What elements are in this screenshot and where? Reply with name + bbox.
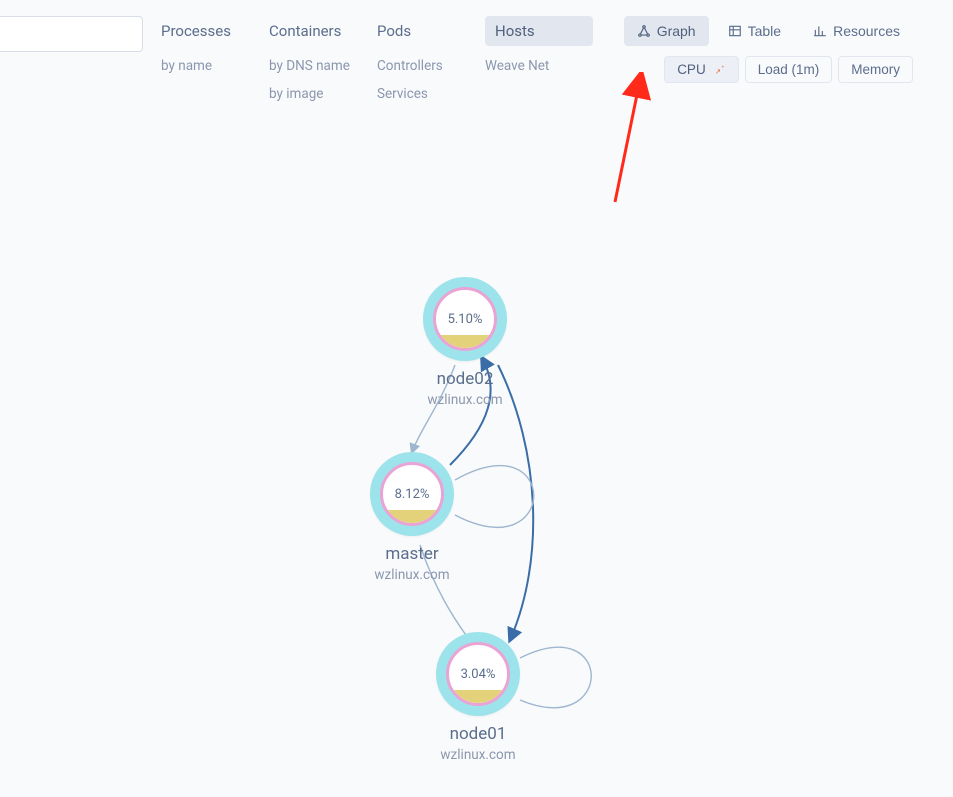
filter-header-containers[interactable]: Containers — [269, 16, 377, 46]
filter-sub-weave-net[interactable]: Weave Net — [485, 58, 593, 74]
metric-row: CPU Load (1m) Memory — [664, 56, 913, 83]
metric-load-label: Load (1m) — [758, 62, 820, 77]
view-resources-label: Resources — [833, 23, 900, 39]
metric-memory-label: Memory — [851, 62, 900, 77]
node-donut: 8.12% — [370, 452, 454, 536]
node-cpu-value: 8.12% — [395, 487, 430, 502]
view-graph-label: Graph — [657, 23, 696, 39]
pin-icon — [714, 62, 726, 77]
view-mode-row: Graph Table Resources — [624, 16, 913, 46]
filter-header-processes[interactable]: Processes — [161, 16, 269, 46]
view-resources-button[interactable]: Resources — [800, 16, 913, 46]
filter-col-processes: Processes by name — [161, 16, 269, 74]
view-table-label: Table — [748, 23, 781, 39]
metric-cpu-label: CPU — [677, 62, 706, 77]
right-controls: Graph Table Resources — [624, 16, 953, 83]
donut-fill — [449, 690, 507, 703]
node-cpu-value: 5.10% — [448, 312, 483, 327]
graph-node-node02[interactable]: 5.10% node02 wzlinux.com — [423, 277, 507, 408]
view-table-button[interactable]: Table — [715, 16, 794, 46]
graph-icon — [637, 24, 651, 38]
filter-sub-by-name[interactable]: by name — [161, 58, 269, 74]
filter-sub-by-image[interactable]: by image — [269, 86, 377, 102]
filter-col-pods: Pods Controllers Services — [377, 16, 485, 102]
node-title: node02 — [437, 369, 494, 389]
metric-load-button[interactable]: Load (1m) — [745, 56, 833, 83]
graph-node-node01[interactable]: 3.04% node01 wzlinux.com — [436, 632, 520, 763]
filter-sub-services[interactable]: Services — [377, 86, 485, 102]
filter-sub-by-dns-name[interactable]: by DNS name — [269, 58, 377, 74]
node-subtitle: wzlinux.com — [374, 567, 449, 583]
filter-sub-controllers[interactable]: Controllers — [377, 58, 485, 74]
node-title: master — [385, 544, 438, 564]
view-graph-button[interactable]: Graph — [624, 16, 709, 46]
node-donut: 3.04% — [436, 632, 520, 716]
donut-fill — [436, 335, 494, 348]
filter-col-containers: Containers by DNS name by image — [269, 16, 377, 102]
metric-memory-button[interactable]: Memory — [838, 56, 913, 83]
metric-cpu-button[interactable]: CPU — [664, 56, 739, 83]
node-donut: 5.10% — [423, 277, 507, 361]
filter-header-hosts[interactable]: Hosts — [485, 16, 593, 46]
table-icon — [728, 24, 742, 38]
graph-area[interactable]: 5.10% node02 wzlinux.com 8.12% master wz… — [0, 120, 953, 797]
filter-col-hosts: Hosts Weave Net — [485, 16, 593, 74]
top-bar: Processes by name Containers by DNS name… — [0, 0, 953, 102]
resources-icon — [813, 24, 827, 38]
donut-fill — [383, 510, 441, 523]
filter-header-pods[interactable]: Pods — [377, 16, 485, 46]
graph-node-master[interactable]: 8.12% master wzlinux.com — [370, 452, 454, 583]
node-title: node01 — [450, 724, 507, 744]
node-cpu-value: 3.04% — [461, 667, 496, 682]
node-subtitle: wzlinux.com — [440, 747, 515, 763]
node-subtitle: wzlinux.com — [427, 392, 502, 408]
search-input[interactable] — [0, 16, 143, 52]
